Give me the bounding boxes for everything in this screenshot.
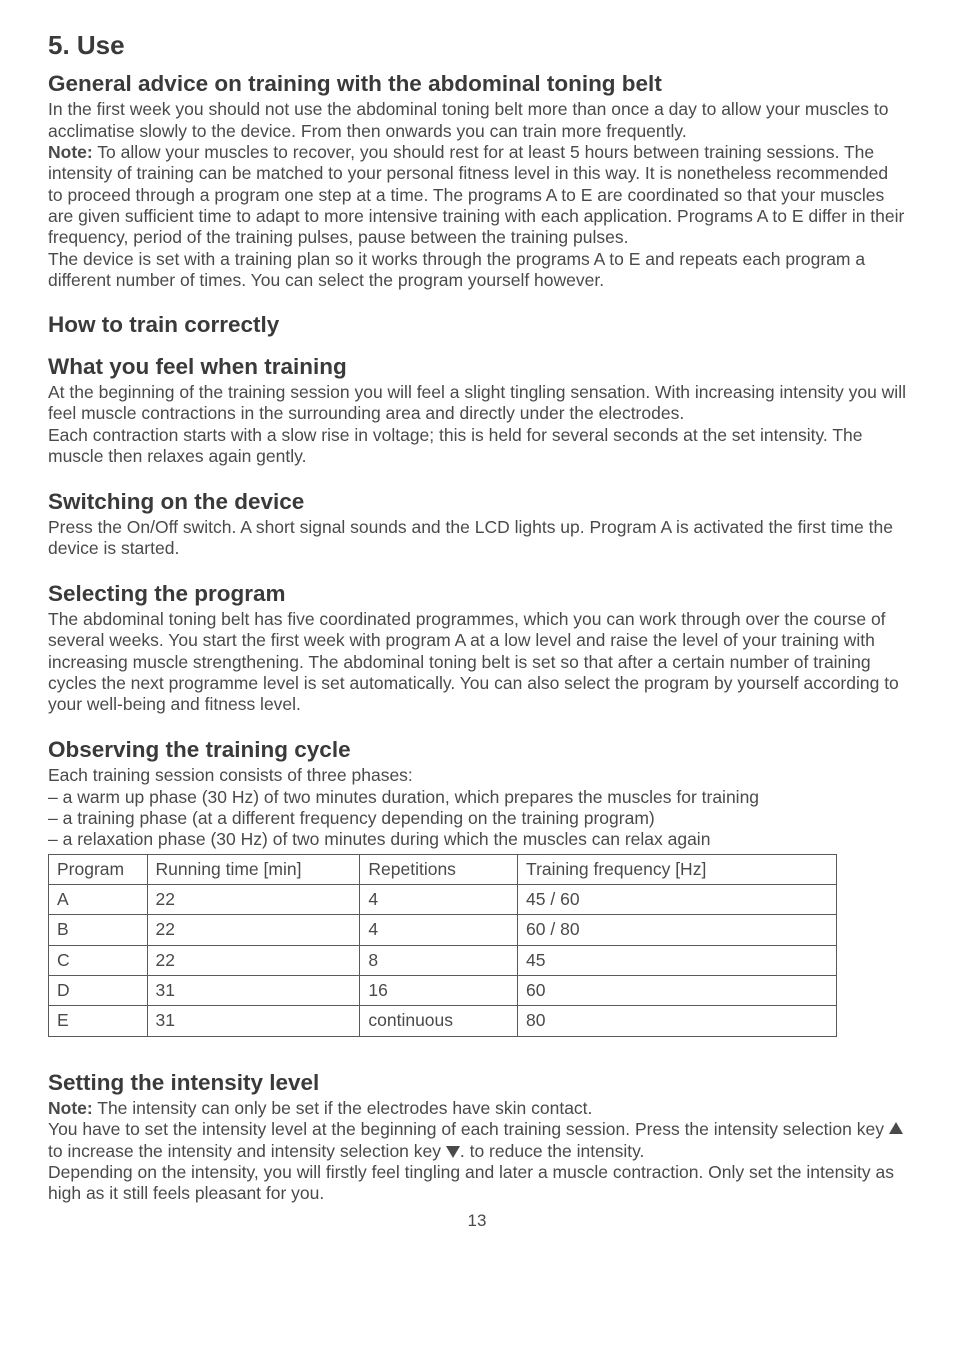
section-how-to-train: How to train correctly: [48, 311, 906, 338]
body-text: Note: The intensity can only be set if t…: [48, 1098, 906, 1119]
table-row: C 22 8 45: [49, 945, 837, 975]
body-text: You have to set the intensity level at t…: [48, 1119, 889, 1139]
table-cell: D: [49, 975, 148, 1005]
table-cell: 22: [147, 884, 360, 914]
table-cell: 31: [147, 1006, 360, 1036]
page-number: 13: [48, 1211, 906, 1232]
body-text: Each contraction starts with a slow rise…: [48, 425, 906, 468]
body-text: Depending on the intensity, you will fir…: [48, 1162, 906, 1205]
section-what-you-feel: What you feel when training At the begin…: [48, 353, 906, 468]
body-text: To allow your muscles to recover, you sh…: [48, 142, 904, 247]
body-text: The intensity can only be set if the ele…: [93, 1098, 593, 1118]
table-row: A 22 4 45 / 60: [49, 884, 837, 914]
table-header: Training frequency [Hz]: [518, 854, 837, 884]
program-table: Program Running time [min] Repetitions T…: [48, 854, 837, 1037]
body-text: The abdominal toning belt has five coord…: [48, 609, 906, 716]
table-cell: 80: [518, 1006, 837, 1036]
body-text: . to reduce the intensity.: [460, 1141, 645, 1161]
body-text: In the first week you should not use the…: [48, 99, 906, 142]
table-cell: C: [49, 945, 148, 975]
triangle-down-icon: [446, 1146, 460, 1158]
table-header: Running time [min]: [147, 854, 360, 884]
section-switching-on: Switching on the device Press the On/Off…: [48, 488, 906, 560]
table-header: Program: [49, 854, 148, 884]
heading-general-advice: General advice on training with the abdo…: [48, 70, 906, 97]
table-cell: 4: [360, 884, 518, 914]
heading-observing-cycle: Observing the training cycle: [48, 736, 906, 763]
heading-how-to-train: How to train correctly: [48, 311, 906, 338]
table-cell: 4: [360, 915, 518, 945]
body-text: to increase the intensity and intensity …: [48, 1141, 446, 1161]
table-row: E 31 continuous 80: [49, 1006, 837, 1036]
table-cell: 16: [360, 975, 518, 1005]
table-cell: 22: [147, 945, 360, 975]
table-row: D 31 16 60: [49, 975, 837, 1005]
body-text: You have to set the intensity level at t…: [48, 1119, 906, 1162]
list-item: – a training phase (at a different frequ…: [48, 808, 906, 829]
heading-selecting-program: Selecting the program: [48, 580, 906, 607]
table-cell: 8: [360, 945, 518, 975]
table-cell: A: [49, 884, 148, 914]
triangle-up-icon: [889, 1122, 903, 1134]
table-cell: 60 / 80: [518, 915, 837, 945]
note-label: Note:: [48, 142, 93, 162]
table-cell: 31: [147, 975, 360, 1005]
table-header-row: Program Running time [min] Repetitions T…: [49, 854, 837, 884]
table-cell: 22: [147, 915, 360, 945]
table-header: Repetitions: [360, 854, 518, 884]
section-setting-intensity: Setting the intensity level Note: The in…: [48, 1069, 906, 1205]
table-cell: B: [49, 915, 148, 945]
body-text: The device is set with a training plan s…: [48, 249, 906, 292]
heading-setting-intensity: Setting the intensity level: [48, 1069, 906, 1096]
note-label: Note:: [48, 1098, 93, 1118]
table-row: B 22 4 60 / 80: [49, 915, 837, 945]
body-text: Press the On/Off switch. A short signal …: [48, 517, 906, 560]
section-general-advice: General advice on training with the abdo…: [48, 70, 906, 292]
section-observing-cycle: Observing the training cycle Each traini…: [48, 736, 906, 1037]
table-cell: E: [49, 1006, 148, 1036]
table-cell: continuous: [360, 1006, 518, 1036]
heading-switching-on: Switching on the device: [48, 488, 906, 515]
table-cell: 60: [518, 975, 837, 1005]
section-selecting-program: Selecting the program The abdominal toni…: [48, 580, 906, 716]
table-cell: 45 / 60: [518, 884, 837, 914]
table-cell: 45: [518, 945, 837, 975]
body-text: Note: To allow your muscles to recover, …: [48, 142, 906, 249]
body-text: Each training session consists of three …: [48, 765, 906, 786]
body-text: At the beginning of the training session…: [48, 382, 906, 425]
section-number-heading: 5. Use: [48, 30, 906, 62]
heading-what-you-feel: What you feel when training: [48, 353, 906, 380]
list-item: – a warm up phase (30 Hz) of two minutes…: [48, 787, 906, 808]
list-item: – a relaxation phase (30 Hz) of two minu…: [48, 829, 906, 850]
